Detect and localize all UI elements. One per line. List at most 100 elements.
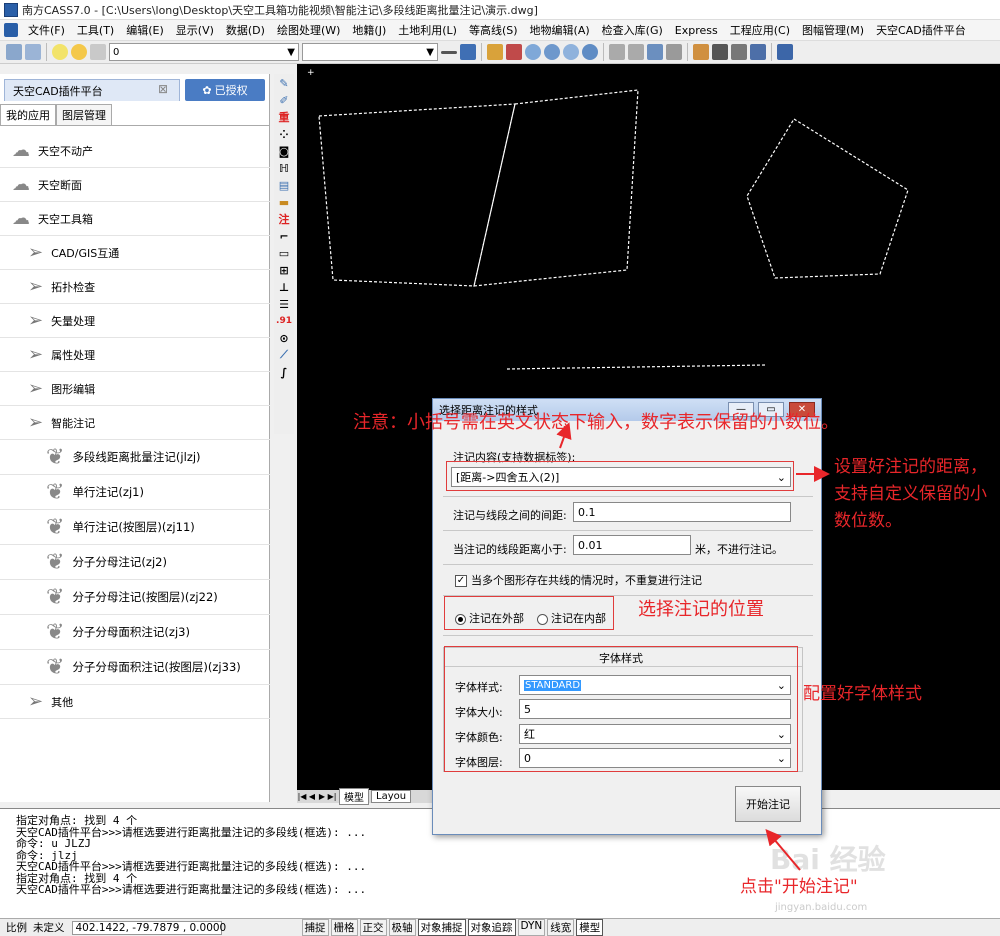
query-icon[interactable] [647, 44, 663, 60]
menu-item[interactable]: 工程应用(C) [724, 22, 796, 38]
menu-item[interactable]: 绘图处理(W) [271, 22, 346, 38]
rebuild-icon[interactable]: 重 [277, 110, 291, 124]
circle-icon[interactable]: ⊙ [277, 331, 291, 345]
menu-item[interactable]: 天空CAD插件平台 [870, 22, 972, 38]
zoom-previous-icon[interactable] [563, 44, 579, 60]
app-list-item[interactable]: ❦ 多段线距离批量注记(jlzj) [0, 440, 270, 475]
annotate-icon[interactable]: 注 [277, 212, 291, 226]
document-menu-icon[interactable] [4, 23, 18, 37]
menu-item[interactable]: 地物编辑(A) [524, 22, 596, 38]
rotate-icon[interactable] [731, 44, 747, 60]
polyline-icon[interactable]: ⌐ [277, 229, 291, 243]
rectangle-icon[interactable]: ▭ [277, 246, 291, 260]
no-repeat-option[interactable]: ✓ 当多个图形存在共线的情况时，不重复进行注记 [455, 572, 702, 588]
points-icon[interactable]: ⁘ [277, 127, 291, 141]
menu-item[interactable]: 文件(F) [22, 22, 71, 38]
app-list-item[interactable]: ➢ CAD/GIS互通 [0, 236, 270, 270]
app-list-item[interactable]: ❦ 分子分母注记(zj2) [0, 545, 270, 580]
app-list-item[interactable]: ➢ 图形编辑 [0, 372, 270, 406]
app-list-item[interactable]: ➢ 智能注记 [0, 406, 270, 440]
status-toggle[interactable]: DYN [517, 919, 546, 936]
app-list-item[interactable]: ❦ 单行注记(按图层)(zj11) [0, 510, 270, 545]
app-list-item[interactable]: ❦ 分子分母注记(按图层)(zj22) [0, 580, 270, 615]
draw-icon[interactable]: ✎ [277, 76, 291, 90]
brush-icon[interactable]: ✐ [277, 93, 291, 107]
no-repeat-checkbox[interactable]: ✓ [455, 575, 467, 587]
tab-layer-manager[interactable]: 图层管理 [56, 104, 112, 125]
start-labeling-button[interactable]: 开始注记 [735, 786, 801, 822]
last-layout-icon[interactable]: ▶| [327, 792, 337, 801]
status-toggle[interactable]: 极轴 [388, 919, 416, 936]
sun-icon[interactable] [71, 44, 87, 60]
camera-icon[interactable]: ◙ [277, 144, 291, 158]
brush-icon[interactable] [506, 44, 522, 60]
redo-icon[interactable] [628, 44, 644, 60]
menu-item[interactable]: 数据(D) [220, 22, 271, 38]
fence-icon[interactable]: ⊥ [277, 280, 291, 294]
status-toggle[interactable]: 模型 [576, 919, 604, 936]
close-icon[interactable]: ⊠ [158, 82, 168, 96]
wall-icon[interactable]: ⊞ [277, 263, 291, 277]
line-icon[interactable]: ⟋ [277, 348, 291, 362]
undo-icon[interactable] [609, 44, 625, 60]
tab-model[interactable]: 模型 [339, 788, 369, 805]
tab-layout[interactable]: Layou [371, 790, 412, 803]
save-icon[interactable] [460, 44, 476, 60]
pencil-icon[interactable] [487, 44, 503, 60]
trim-icon[interactable] [750, 44, 766, 60]
move-icon[interactable] [712, 44, 728, 60]
app-list-item[interactable]: ➢ 其他 [0, 685, 270, 719]
app-list-item[interactable]: ➢ 属性处理 [0, 338, 270, 372]
lineweight-icon[interactable] [441, 50, 457, 54]
min-length-input[interactable]: 0.01 [573, 535, 691, 555]
stairs-icon[interactable]: ☰ [277, 297, 291, 311]
status-toggle[interactable]: 捕捉 [301, 919, 329, 936]
menu-item[interactable]: 工具(T) [71, 22, 120, 38]
app-list-item[interactable]: ☁ 天空工具箱 [0, 202, 270, 236]
menu-item[interactable]: 土地利用(L) [392, 22, 463, 38]
app-list-item-label: 多段线距离批量注记(jlzj) [72, 450, 201, 464]
curve-icon[interactable]: ∫ [277, 365, 291, 379]
menu-item[interactable]: 地籍(J) [346, 22, 392, 38]
grid-icon[interactable] [666, 44, 682, 60]
help-icon[interactable] [777, 44, 793, 60]
layer-dropdown[interactable]: 0 ▼ [109, 43, 299, 61]
tab-my-apps[interactable]: 我的应用 [0, 104, 56, 125]
status-toggle[interactable]: 栅格 [330, 919, 358, 936]
linetype-dropdown[interactable]: ▼ [302, 43, 438, 61]
first-layout-icon[interactable]: |◀ [297, 792, 307, 801]
spacing-input[interactable]: 0.1 [573, 502, 791, 522]
menu-item[interactable]: 图幅管理(M) [796, 22, 870, 38]
app-list-item[interactable]: ➢ 矢量处理 [0, 304, 270, 338]
next-layout-icon[interactable]: ▶ [317, 792, 327, 801]
watermark-url: jingyan.baidu.com [775, 902, 868, 913]
lock-icon[interactable] [90, 44, 106, 60]
menu-item[interactable]: 检查入库(G) [596, 22, 669, 38]
app-list-item[interactable]: ☁ 天空不动产 [0, 134, 270, 168]
menu-item[interactable]: 等高线(S) [463, 22, 524, 38]
status-toggle[interactable]: 对象捕捉 [417, 919, 466, 936]
zoom-window-icon[interactable] [544, 44, 560, 60]
app-list-item[interactable]: ❦ 分子分母面积注记(按图层)(zj33) [0, 650, 270, 685]
status-toggle[interactable]: 对象追踪 [467, 919, 516, 936]
layer-state-icon[interactable] [25, 44, 41, 60]
zoom-realtime-icon[interactable] [525, 44, 541, 60]
zoom-extents-icon[interactable] [582, 44, 598, 60]
app-list-item[interactable]: ❦ 单行注记(zj1) [0, 475, 270, 510]
table-icon[interactable]: ▤ [277, 178, 291, 192]
prev-layout-icon[interactable]: ◀ [307, 792, 317, 801]
menu-item[interactable]: 显示(V) [170, 22, 220, 38]
status-toggle[interactable]: 线宽 [547, 919, 575, 936]
layers-icon[interactable] [6, 44, 22, 60]
app-list-item[interactable]: ➢ 拓扑检查 [0, 270, 270, 304]
lightbulb-icon[interactable] [52, 44, 68, 60]
menu-item[interactable]: 编辑(E) [120, 22, 170, 38]
elevation-icon[interactable]: ℍ [277, 161, 291, 175]
menu-item[interactable]: Express [669, 24, 724, 37]
edit-icon[interactable] [693, 44, 709, 60]
decimal-icon[interactable]: .91 [276, 314, 292, 328]
ruler-icon[interactable]: ▬ [277, 195, 291, 209]
status-toggle[interactable]: 正交 [359, 919, 387, 936]
app-list-item[interactable]: ❦ 分子分母面积注记(zj3) [0, 615, 270, 650]
app-list-item[interactable]: ☁ 天空断面 [0, 168, 270, 202]
